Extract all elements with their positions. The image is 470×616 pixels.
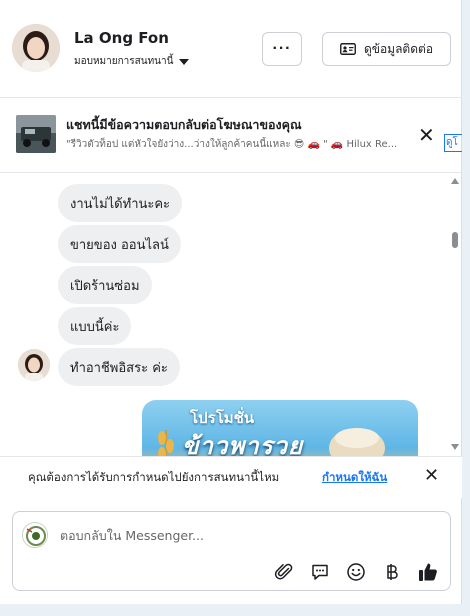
promo-line-2: ข้าวพารวย [182,432,304,456]
view-contact-label: ดูข้อมูลติดต่อ [363,41,434,56]
ad-banner-title: แชทนี้มีข้อความตอบกลับต่อโฆษณาของคุณ [66,117,302,132]
ad-banner-subtitle: "รีวิวตัวท็อป แต่หัวใจยังว่าง...ว่างให้ล… [66,139,398,150]
attach-icon[interactable] [273,561,295,583]
emoji-icon[interactable] [345,561,367,583]
assign-prompt-question: คุณต้องการได้รับการกำหนดไปยังการสนทนานี้… [28,470,280,484]
conversation-panel: La Ong Fon มอบหมายการสนทนานี้ ··· ดูข้อม… [0,0,462,604]
scroll-down-arrow-icon[interactable] [451,444,459,450]
view-contact-button[interactable]: ดูข้อมูลติดต่อ [322,32,451,66]
ad-view-link[interactable]: ดูโ [444,134,462,152]
assign-to-me-link[interactable]: กำหนดให้ฉัน [322,469,387,487]
promo-image-message[interactable]: โปรโมชั่น ข้าวพารวย [142,400,418,456]
caret-down-icon [179,58,190,65]
message-bubble: งานไม่ได้ทำนะคะ [58,184,183,222]
sender-avatar [18,349,50,381]
message-bubble: ทำอาชีพอิสระ ค่ะ [58,348,180,386]
assign-dropdown-label: มอบหมายการสนทนานี้ [74,56,174,67]
saved-replies-icon[interactable] [309,561,331,583]
message-list: งานไม่ได้ทำนะคะ ขายของ ออนไลน์ เปิดร้านซ… [0,174,446,456]
ad-thumbnail[interactable] [16,115,56,153]
reply-composer [12,511,451,591]
conversation-header: La Ong Fon มอบหมายการสนทนานี้ ··· ดูข้อม… [0,0,462,98]
message-bubble: เปิดร้านซ่อม [58,266,152,304]
rice-stalk-illustration [158,430,174,456]
close-icon[interactable]: ✕ [424,465,439,486]
message-bubble: แบบนี้ค่ะ [58,307,132,345]
page-avatar [22,522,48,548]
scrollbar-thumb[interactable] [452,232,458,248]
close-icon[interactable]: ✕ [418,123,435,147]
message-bubble: ขายของ ออนไลน์ [58,225,181,263]
assign-prompt-bar: คุณต้องการได้รับการกำหนดไปยังการสนทนานี้… [0,456,462,498]
contact-card-icon [340,43,356,55]
rice-bag-illustration [329,428,385,456]
thumbs-up-icon[interactable] [417,561,439,583]
reply-input[interactable] [60,525,440,545]
ad-reply-banner: แชทนี้มีข้อความตอบกลับต่อโฆษณาของคุณ "รี… [0,99,462,173]
assign-dropdown[interactable]: มอบหมายการสนทนานี้ [74,54,190,69]
payment-icon[interactable] [381,561,403,583]
more-options-button[interactable]: ··· [262,32,302,66]
contact-avatar[interactable] [12,24,60,72]
scroll-up-arrow-icon[interactable] [451,178,459,184]
contact-name[interactable]: La Ong Fon [74,29,169,47]
